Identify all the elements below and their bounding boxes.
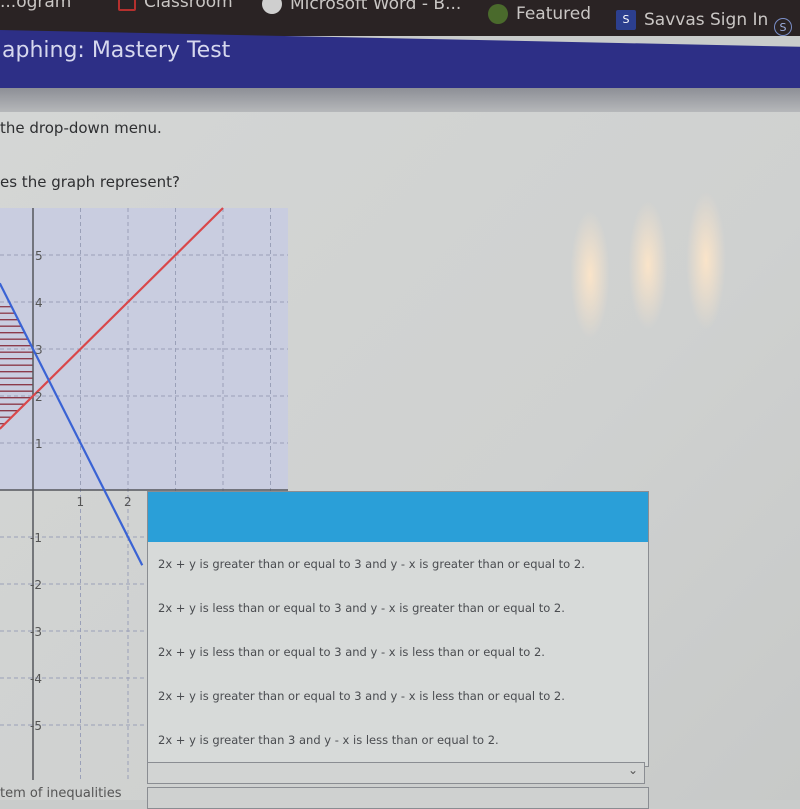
- y-tick-label: -3: [30, 625, 42, 639]
- bookmarks-bar: ...ogram Classroom Microsoft Word - B...…: [0, 0, 800, 36]
- bookmark-instagram[interactable]: ...ogram: [0, 0, 71, 12]
- answer-dropdown-list[interactable]: 2x + y is greater than or equal to 3 and…: [147, 491, 649, 767]
- question-text: es the graph represent?: [0, 173, 180, 191]
- dropdown-option[interactable]: 2x + y is greater than 3 and y - x is le…: [148, 718, 648, 762]
- chevron-down-icon[interactable]: ⌄: [628, 763, 638, 777]
- globe-icon: [262, 0, 282, 14]
- y-tick-label: -4: [30, 672, 42, 686]
- y-tick-label: -1: [30, 531, 42, 545]
- answer-select[interactable]: ⌄: [147, 762, 645, 784]
- bookmark-label: Savvas Sign In: [644, 10, 769, 30]
- bookmark-savvas[interactable]: S Savvas Sign In: [616, 10, 768, 30]
- next-input-box[interactable]: [147, 787, 649, 809]
- dropdown-option[interactable]: 2x + y is less than or equal to 3 and y …: [148, 630, 648, 674]
- x-tick-label: 1: [77, 495, 85, 509]
- page-title: aphing: Mastery Test: [2, 38, 231, 63]
- bookmark-label: Classroom: [144, 0, 233, 12]
- bookmark-featured[interactable]: Featured: [488, 4, 591, 24]
- dropdown-option[interactable]: 2x + y is greater than or equal to 3 and…: [148, 542, 648, 586]
- classroom-icon: [118, 0, 136, 11]
- footer-text: tem of inequalities: [0, 786, 122, 801]
- dropdown-option[interactable]: 2x + y is less than or equal to 3 and y …: [148, 586, 648, 630]
- screen-glare: [570, 210, 610, 340]
- y-tick-label: 3: [35, 343, 43, 357]
- featured-icon: [488, 4, 508, 24]
- y-tick-label: 2: [35, 390, 43, 404]
- instruction-text: the drop-down menu.: [0, 119, 162, 137]
- bookmark-label: Featured: [516, 4, 592, 24]
- y-tick-label: -5: [30, 719, 42, 733]
- savvas-icon: S: [616, 10, 636, 30]
- header-divider: [0, 88, 800, 114]
- x-tick-label: 2: [124, 495, 132, 509]
- bookmark-classroom[interactable]: Classroom: [118, 0, 233, 12]
- s-circle-icon: S: [774, 18, 792, 36]
- y-tick-label: -2: [30, 578, 42, 592]
- dropdown-option[interactable]: 2x + y is greater than or equal to 3 and…: [148, 674, 648, 718]
- dropdown-header: [148, 492, 648, 542]
- bookmark-label: ...ogram: [0, 0, 72, 12]
- bookmark-label: Microsoft Word - B...: [290, 0, 462, 14]
- bookmark-word[interactable]: Microsoft Word - B...: [262, 0, 461, 14]
- y-tick-label: 5: [35, 249, 43, 263]
- bookmark-s[interactable]: S: [774, 18, 792, 36]
- screen-glare: [686, 190, 726, 330]
- y-tick-label: 4: [35, 296, 43, 310]
- y-tick-label: 1: [35, 437, 43, 451]
- screen-glare: [628, 200, 668, 330]
